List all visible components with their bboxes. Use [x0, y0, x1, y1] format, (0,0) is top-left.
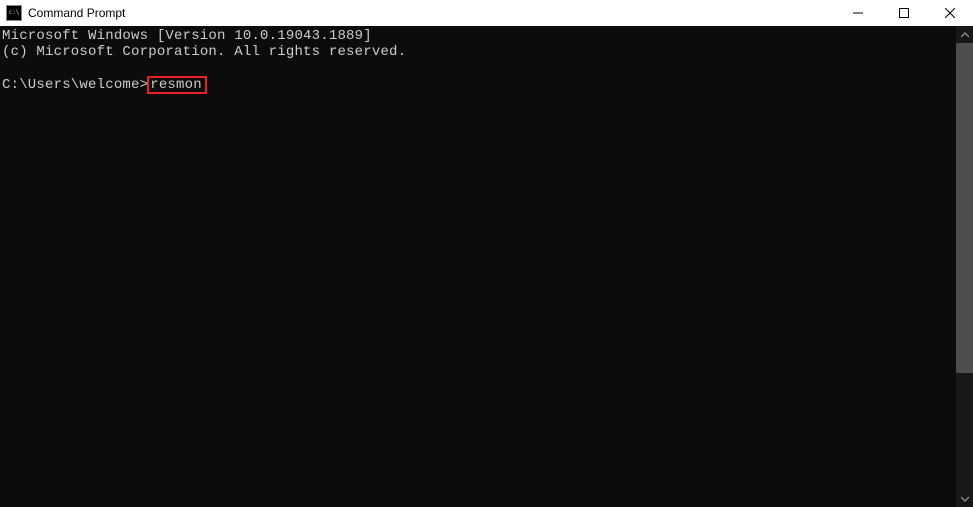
terminal-line-2: (c) Microsoft Corporation. All rights re…	[2, 44, 406, 60]
command-highlight: resmon	[147, 76, 207, 94]
window-controls	[835, 0, 973, 26]
scroll-up-button[interactable]	[956, 26, 973, 43]
minimize-icon	[853, 8, 863, 18]
terminal-wrapper: Microsoft Windows [Version 10.0.19043.18…	[0, 26, 973, 507]
close-icon	[945, 8, 955, 18]
maximize-button[interactable]	[881, 0, 927, 26]
close-button[interactable]	[927, 0, 973, 26]
prompt-path: C:\Users\welcome>	[2, 77, 148, 93]
window-title: Command Prompt	[28, 6, 125, 20]
chevron-up-icon	[961, 31, 969, 39]
terminal-line-1: Microsoft Windows [Version 10.0.19043.18…	[2, 28, 372, 44]
vertical-scrollbar	[956, 26, 973, 507]
cmd-app-icon	[6, 5, 22, 21]
titlebar-left: Command Prompt	[6, 5, 125, 21]
maximize-icon	[899, 8, 909, 18]
terminal-area[interactable]: Microsoft Windows [Version 10.0.19043.18…	[0, 26, 956, 507]
scroll-track[interactable]	[956, 43, 973, 490]
chevron-down-icon	[961, 495, 969, 503]
scroll-down-button[interactable]	[956, 490, 973, 507]
minimize-button[interactable]	[835, 0, 881, 26]
scroll-thumb[interactable]	[956, 43, 973, 373]
window-titlebar: Command Prompt	[0, 0, 973, 26]
typed-command: resmon	[150, 77, 202, 93]
